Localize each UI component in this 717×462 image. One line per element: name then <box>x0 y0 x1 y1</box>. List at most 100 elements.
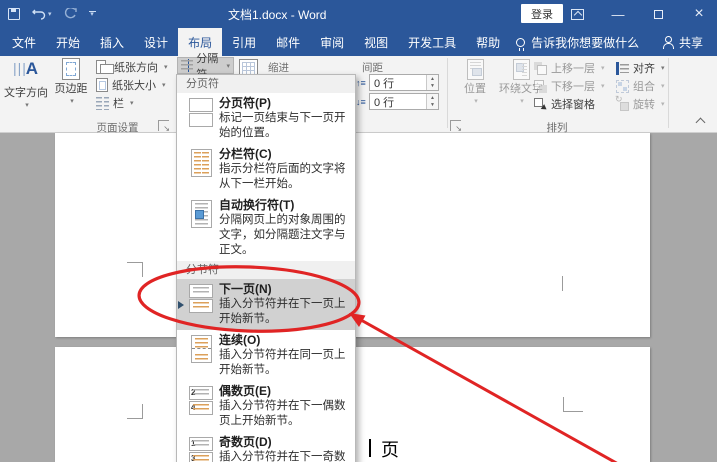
chevron-down-icon: ▾ <box>130 100 134 107</box>
chevron-down-icon: ▾ <box>474 98 478 105</box>
indent-label: 缩进 <box>268 62 289 74</box>
text-wrapping-break-icon <box>183 198 219 258</box>
menu-item-odd-page[interactable]: 1 3 奇数页(D) 插入分节符并在下一奇数页上开始新节。 <box>177 432 355 462</box>
save-icon[interactable] <box>8 8 20 20</box>
menu-item-next-page[interactable]: 下一页(N) 插入分节符并在下一页上开始新节。 <box>177 279 355 330</box>
minimize-button[interactable]: — <box>603 0 633 28</box>
document-canvas[interactable]: 页 <box>0 133 717 462</box>
wrap-text-icon <box>512 59 530 80</box>
menu-item-even-page[interactable]: 2 4 偶数页(E) 插入分节符并在下一偶数页上开始新节。 <box>177 381 355 432</box>
orientation-button[interactable]: 纸张方向 ▾ <box>96 59 168 75</box>
spacing-before-field[interactable]: ↑≡ 0 行 ▲ ▼ <box>356 74 439 91</box>
margin-crop-mark <box>563 397 583 412</box>
margin-crop-mark <box>127 404 143 419</box>
chevron-down-icon: ▾ <box>661 101 665 108</box>
text-cursor <box>369 439 371 457</box>
tab-view[interactable]: 视图 <box>354 28 398 56</box>
menu-item-page-break[interactable]: 分页符(P) 标记一页结束与下一页开始的位置。 <box>177 93 355 144</box>
redo-icon[interactable] <box>64 8 77 20</box>
margins-icon <box>62 58 80 80</box>
continuous-break-icon <box>183 333 219 378</box>
spacing-before-stepper[interactable]: ▲ ▼ <box>426 75 438 90</box>
bring-forward-button[interactable]: 上移一层 ▾ <box>534 60 605 76</box>
chevron-down-icon: ▾ <box>25 102 29 109</box>
column-break-icon <box>183 147 219 192</box>
margins-button[interactable]: 页边距 ▾ <box>50 58 92 105</box>
align-icon <box>616 61 629 75</box>
send-backward-button[interactable]: 下移一层 ▾ <box>534 78 605 94</box>
group-icon <box>616 79 629 93</box>
chevron-down-icon: ▾ <box>601 65 605 72</box>
person-icon <box>662 36 674 49</box>
breaks-dropdown-menu: 分页符 分页符(P) 标记一页结束与下一页开始的位置。 分栏符(C) 指示分栏符… <box>176 74 356 462</box>
paper-size-icon <box>96 78 108 92</box>
odd-page-break-icon: 1 3 <box>183 435 219 462</box>
rotate-button[interactable]: 旋转 ▾ <box>615 94 665 112</box>
tab-references[interactable]: 引用 <box>222 28 266 56</box>
quick-access-toolbar: ▾ ▾ <box>8 0 96 28</box>
menu-item-column-break[interactable]: 分栏符(C) 指示分栏符后面的文字将从下一栏开始。 <box>177 144 355 195</box>
paper-size-button[interactable]: 纸张大小 ▾ <box>96 77 166 93</box>
chevron-down-icon: ▾ <box>520 98 524 105</box>
lightbulb-icon <box>516 37 526 51</box>
tab-home[interactable]: 开始 <box>46 28 90 56</box>
columns-button[interactable]: 栏 ▾ <box>96 95 134 111</box>
tab-design[interactable]: 设计 <box>134 28 178 56</box>
menu-item-text-wrapping-break[interactable]: 自动换行符(T) 分隔网页上的对象周围的文字，如分隔题注文字与正文。 <box>177 195 355 261</box>
tell-me-label: 告诉我你想要做什么 <box>531 35 640 50</box>
spacing-label: 间距 <box>362 62 383 74</box>
maximize-button[interactable] <box>643 0 673 28</box>
text-direction-icon: A <box>13 58 39 84</box>
group-button[interactable]: 组合 ▾ <box>616 78 665 94</box>
ribbon-tab-bar: 文件 开始 插入 设计 布局 引用 邮件 审阅 视图 开发工具 帮助 告诉我你想… <box>0 28 717 56</box>
ribbon-display-options-icon[interactable] <box>562 0 592 28</box>
bring-forward-icon <box>534 61 547 75</box>
sign-in-button[interactable]: 登录 <box>521 4 563 23</box>
position-button[interactable]: 位置 ▾ <box>455 59 495 105</box>
menu-item-continuous[interactable]: 连续(O) 插入分节符并在同一页上开始新节。 <box>177 330 355 381</box>
undo-icon[interactable]: ▾ <box>32 8 52 20</box>
send-backward-icon <box>534 79 547 93</box>
chevron-down-icon: ▾ <box>661 65 665 72</box>
page-break-icon <box>183 96 219 141</box>
tab-insert[interactable]: 插入 <box>90 28 134 56</box>
spacing-after-stepper[interactable]: ▲ ▼ <box>426 94 438 109</box>
share-label: 共享 <box>678 35 703 50</box>
spacing-after-field[interactable]: ↓≡ 0 行 ▲ ▼ <box>356 93 439 110</box>
tell-me-box[interactable]: 告诉我你想要做什么 <box>516 28 639 56</box>
tab-review[interactable]: 审阅 <box>310 28 354 56</box>
tab-file[interactable]: 文件 <box>2 28 46 56</box>
tab-help[interactable]: 帮助 <box>466 28 510 56</box>
document-text: 页 <box>381 440 399 460</box>
next-page-break-icon <box>183 282 219 327</box>
share-button[interactable]: 共享 <box>662 28 717 56</box>
chevron-down-icon: ▾ <box>70 98 74 105</box>
tab-mailings[interactable]: 邮件 <box>266 28 310 56</box>
page-breaks-section-header: 分页符 <box>177 75 355 93</box>
ribbon: A 文字方向 ▾ 页边距 ▾ 纸张方向 ▾ 纸张大小 ▾ 栏 ▾ 分隔符 ▾ <box>0 53 717 134</box>
chevron-down-icon: ▾ <box>164 64 168 71</box>
section-breaks-section-header: 分节符 <box>177 261 355 279</box>
breaks-button[interactable]: 分隔符 ▾ <box>177 53 234 81</box>
close-button[interactable]: × <box>684 0 714 28</box>
chevron-down-icon: ▾ <box>226 62 230 70</box>
hover-caret-icon <box>178 300 184 309</box>
text-direction-button[interactable]: A 文字方向 ▾ <box>3 58 49 109</box>
tab-developer[interactable]: 开发工具 <box>398 28 466 56</box>
collapse-ribbon-icon[interactable] <box>695 117 706 128</box>
title-bar: ▾ ▾ 文档1.docx - Word 登录 — × <box>0 0 717 28</box>
selection-pane-icon <box>534 97 547 111</box>
chevron-down-icon: ▾ <box>601 83 605 90</box>
customize-qat-icon[interactable]: ▾ <box>88 11 96 18</box>
spacing-before-icon: ↑≡ <box>356 77 366 88</box>
page-setup-dialog-launcher[interactable] <box>158 120 170 133</box>
chevron-down-icon: ▾ <box>162 82 166 89</box>
position-icon <box>466 59 484 80</box>
align-button[interactable]: 对齐 ▾ <box>616 60 665 76</box>
margin-crop-mark <box>562 276 563 291</box>
selection-pane-button[interactable]: 选择窗格 <box>534 96 595 112</box>
spacing-after-icon: ↓≡ <box>356 96 366 107</box>
rotate-icon <box>615 94 629 111</box>
paragraph-dialog-launcher[interactable] <box>450 120 462 133</box>
chevron-down-icon: ▾ <box>661 83 665 90</box>
